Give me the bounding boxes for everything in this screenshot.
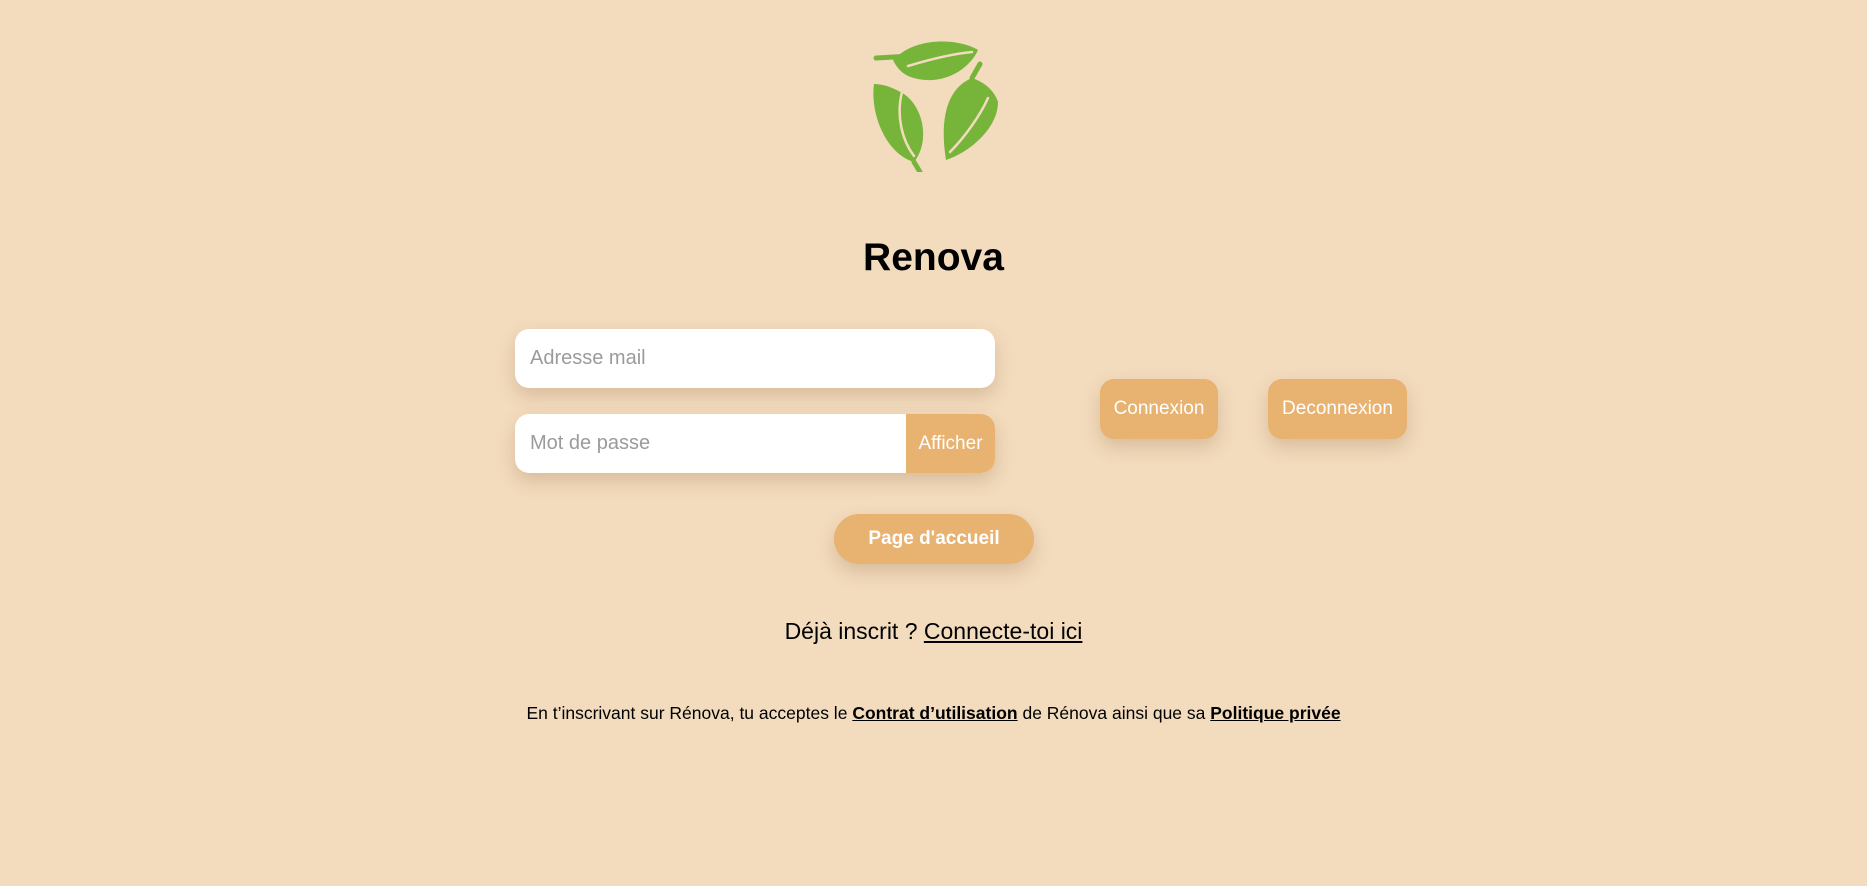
disconnect-button[interactable]: Deconnexion <box>1268 379 1407 439</box>
password-input[interactable] <box>515 414 906 473</box>
connect-button[interactable]: Connexion <box>1100 379 1218 439</box>
terms-middle: de Rénova ainsi que sa <box>1022 703 1206 723</box>
signin-prompt: Déjà inscrit ? Connecte-toi ici <box>0 615 1867 647</box>
app-title: Renova <box>863 236 1004 279</box>
signin-prompt-text: Déjà inscrit ? <box>784 618 918 644</box>
recycle-leaves-logo-icon <box>873 41 998 172</box>
privacy-policy-link[interactable]: Politique privée <box>1210 703 1340 723</box>
show-password-button[interactable]: Afficher <box>906 414 995 473</box>
home-page-button[interactable]: Page d'accueil <box>834 514 1034 564</box>
email-input[interactable] <box>515 329 995 388</box>
terms-of-use-link[interactable]: Contrat d’utilisation <box>852 703 1017 723</box>
terms-prefix: En t’inscrivant sur Rénova, tu acceptes … <box>526 703 848 723</box>
signin-link[interactable]: Connecte-toi ici <box>924 618 1083 644</box>
password-field-container: Afficher <box>515 414 995 473</box>
email-field-container <box>515 329 995 388</box>
terms-notice: En t’inscrivant sur Rénova, tu acceptes … <box>0 700 1867 726</box>
